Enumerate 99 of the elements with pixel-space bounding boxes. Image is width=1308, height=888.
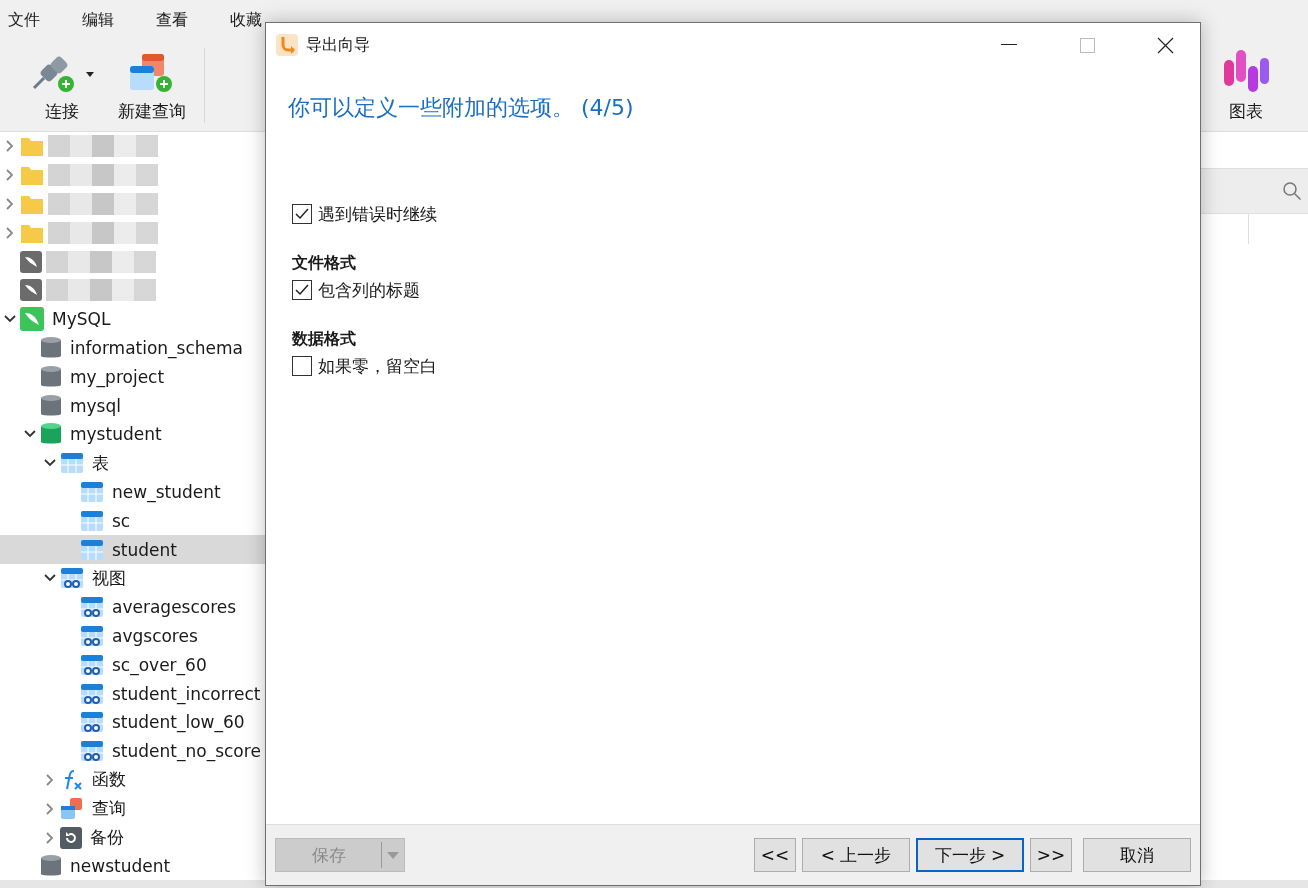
cancel-button[interactable]: 取消 (1083, 838, 1191, 872)
chevron-right-icon[interactable] (4, 226, 16, 239)
query-icon (60, 796, 84, 821)
view-icon (80, 652, 104, 677)
tree-item[interactable]: newstudent (70, 856, 171, 877)
step-heading: 你可以定义一些附加的选项。 (4/5) (287, 94, 635, 122)
export-icon (276, 34, 298, 56)
tree-item[interactable]: student_incorrect (112, 683, 261, 704)
database-icon (40, 393, 62, 418)
tree-row[interactable]: sc_over_60 (0, 650, 265, 680)
tree-item[interactable]: information_schema (70, 337, 244, 358)
checkbox-label: 遇到错误时继续 (318, 202, 437, 226)
connection-icon (20, 279, 42, 302)
tree-row[interactable]: avgscores (0, 621, 265, 651)
window-title: 导出向导 (306, 34, 370, 56)
tree-row[interactable]: student_low_60 (0, 707, 265, 737)
tree-row[interactable]: 视图 (0, 563, 265, 593)
tree-row[interactable]: averagescores (0, 592, 265, 622)
tree-item[interactable]: mystudent (70, 424, 162, 445)
checkbox[interactable] (292, 356, 312, 376)
search-icon[interactable] (1282, 181, 1302, 201)
checkbox[interactable] (292, 204, 312, 224)
section-title: 数据格式 (292, 327, 357, 350)
database-icon (40, 335, 62, 360)
tree-row[interactable]: mystudent (0, 419, 265, 449)
section-title: 文件格式 (292, 251, 357, 274)
database-icon (40, 364, 62, 389)
nav-button[interactable]: < 上一步 (802, 838, 910, 872)
tree-row[interactable]: 函数 (0, 765, 265, 795)
menu-item[interactable]: 文件 (8, 9, 40, 31)
folder-icon (20, 135, 44, 158)
folder-icon (20, 164, 44, 187)
tree-row[interactable]: my_project (0, 362, 265, 392)
tree-row[interactable]: student (0, 535, 265, 564)
chevron-right-icon[interactable] (44, 802, 56, 815)
table-icon (60, 451, 84, 476)
tree-row[interactable]: new_student (0, 477, 265, 507)
checkbox-label: 包含列的标题 (318, 278, 420, 302)
toolbar-button[interactable]: 连接 (22, 40, 102, 131)
tree-row[interactable]: MySQL (0, 304, 265, 334)
backup-icon (60, 826, 82, 849)
chevron-right-icon[interactable] (44, 831, 56, 844)
checkbox[interactable] (292, 280, 312, 300)
menu-item[interactable]: 编辑 (82, 9, 114, 31)
view-icon (80, 595, 104, 620)
chevron-right-icon[interactable] (4, 169, 16, 182)
view-icon (80, 739, 104, 764)
tree-item[interactable]: student_low_60 (112, 712, 245, 733)
tree-row[interactable]: sc (0, 506, 265, 536)
tree-item[interactable]: student_no_score (112, 741, 261, 762)
tree-item[interactable]: 视图 (92, 566, 126, 590)
chevron-right-icon[interactable] (4, 198, 16, 210)
tree-item[interactable]: my_project (70, 366, 165, 387)
tree-row[interactable]: 备份 (0, 823, 265, 852)
toolbar-button[interactable]: 图表 (1214, 40, 1278, 131)
nav-button[interactable]: 下一步 > (916, 838, 1024, 872)
tree-row[interactable]: 查询 (0, 794, 265, 824)
tree-row[interactable]: information_schema (0, 333, 265, 363)
tree-row[interactable]: student_incorrect (0, 679, 265, 708)
view-icon (80, 681, 104, 706)
nav-button[interactable]: >> (1030, 838, 1072, 872)
chart-icon (1222, 48, 1270, 94)
tree-item[interactable]: 函数 (92, 768, 126, 792)
close-icon (1156, 36, 1174, 54)
tree-item[interactable]: sc_over_60 (112, 654, 207, 675)
view-icon (80, 710, 104, 735)
check-icon (295, 284, 309, 296)
folder-icon (20, 193, 44, 215)
tree-row[interactable]: student_no_score (0, 736, 265, 766)
tree-item[interactable]: 查询 (92, 797, 126, 821)
tree-item[interactable]: mysql (70, 395, 121, 416)
table-icon (80, 479, 104, 504)
tree-item[interactable]: avgscores (112, 625, 198, 646)
menu-item[interactable]: 收藏 (230, 9, 262, 31)
tree-item[interactable]: MySQL (52, 309, 111, 330)
checkbox-label: 如果零，留空白 (318, 354, 437, 378)
toolbar-button[interactable]: 新建查询 (110, 40, 194, 131)
nav-button[interactable]: << (754, 838, 796, 872)
tree-row[interactable]: mysql (0, 391, 265, 420)
chevron-right-icon[interactable] (4, 140, 16, 153)
menu-item[interactable]: 查看 (156, 9, 188, 31)
view-icon (60, 566, 84, 591)
tree-row[interactable]: newstudent (0, 851, 265, 880)
table-icon (80, 537, 104, 562)
tree-item[interactable]: 备份 (90, 826, 124, 849)
view-icon (80, 623, 104, 648)
tree-item[interactable]: new_student (112, 481, 221, 502)
caret-icon[interactable] (86, 71, 94, 77)
tree-item[interactable]: sc (112, 510, 131, 531)
table-icon (80, 508, 104, 533)
connection-icon (20, 250, 42, 273)
tree-item[interactable]: student (112, 539, 177, 560)
tree-item[interactable]: averagescores (112, 597, 237, 618)
maximize-icon (1079, 37, 1095, 53)
minimize-icon (1001, 44, 1017, 46)
chevron-right-icon[interactable] (44, 773, 56, 786)
check-icon (295, 208, 309, 220)
tree-row[interactable]: 表 (0, 448, 265, 478)
tree-item[interactable]: 表 (92, 451, 109, 475)
